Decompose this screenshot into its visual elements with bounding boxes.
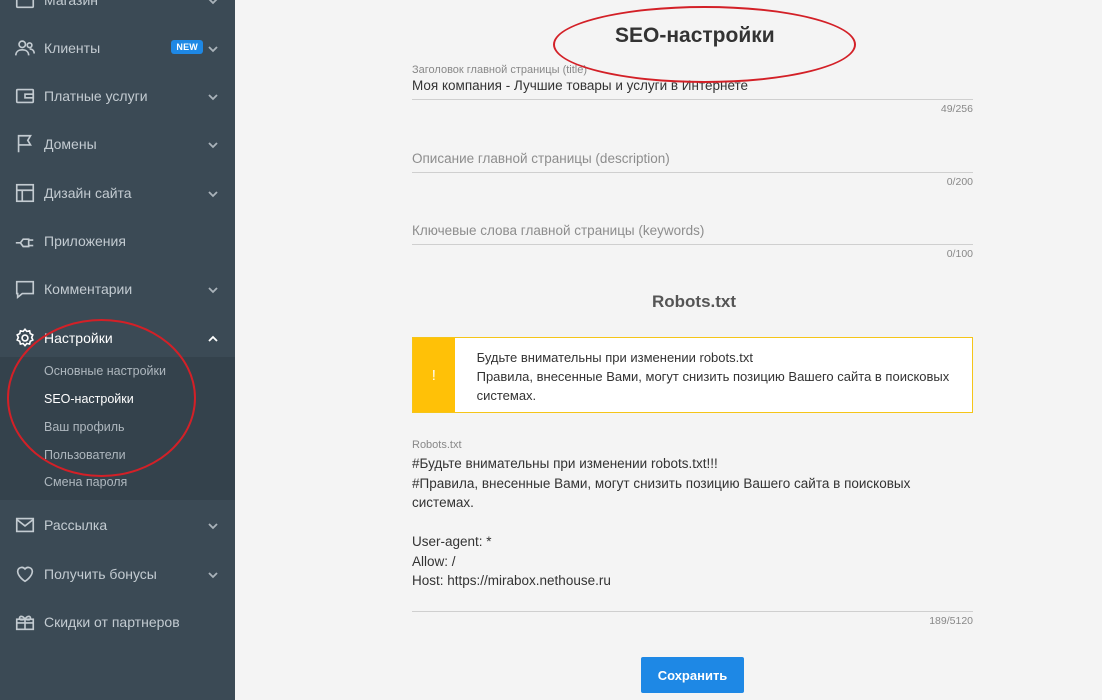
sidebar-item-label: Скидки от партнеров [44,614,180,630]
comment-icon [14,278,36,300]
chevron-down-icon [208,137,218,149]
submenu-item-profile[interactable]: Ваш профиль [44,420,125,434]
chevron-up-icon [208,331,218,342]
sidebar-item-label: Комментарии [44,281,133,297]
title-field-counter: 49/256 [940,103,973,115]
keywords-field-placeholder[interactable]: Ключевые слова главной страницы (keyword… [412,223,973,238]
sidebar-item-domains[interactable]: Домены [0,124,235,164]
layout-icon [14,182,36,204]
description-field-placeholder[interactable]: Описание главной страницы (description) [412,151,973,166]
robots-warning-alert: ! Будьте внимательны при изменении robot… [412,337,973,413]
robots-textarea[interactable]: #Будьте внимательны при изменении robots… [412,454,973,611]
description-field-underline [412,172,973,173]
warning-text: Будьте внимательны при изменении robots.… [455,338,972,412]
keywords-field-underline [412,244,973,245]
submenu-item-users[interactable]: Пользователи [44,448,126,462]
save-button[interactable]: Сохранить [641,657,744,693]
title-field-label: Заголовок главной страницы (title) [412,64,588,76]
robots-field[interactable]: Robots.txt #Будьте внимательны при измен… [412,439,973,627]
heart-icon [14,563,36,585]
sidebar-item-label: Платные услуги [44,88,148,104]
submenu-item-change-password[interactable]: Смена пароля [44,475,127,489]
sidebar-item-label: Приложения [44,233,126,249]
title-field-value[interactable]: Моя компания - Лучшие товары и услуги в … [412,78,973,93]
title-field-underline [412,99,973,100]
keywords-field-counter: 0/100 [946,248,973,260]
submenu-item-seo-settings[interactable]: SEO-настройки [44,392,134,406]
description-field[interactable]: Описание главной страницы (description) … [412,151,973,188]
robots-field-label: Robots.txt [412,439,462,451]
chevron-down-icon [208,518,218,530]
warning-line-1: Будьте внимательны при изменении robots.… [476,350,753,365]
robots-field-counter: 189/5120 [929,615,973,627]
sidebar-item-apps[interactable]: Приложения [0,221,235,261]
sidebar-item-mailing[interactable]: Рассылка [0,505,235,545]
chevron-down-icon [208,89,218,101]
gear-icon [14,327,36,349]
mail-icon [14,514,36,536]
sidebar: Магазин Клиенты NEW Платные услуги Домен… [0,0,235,700]
sidebar-item-label: Рассылка [44,517,108,533]
sidebar-item-shop[interactable]: Магазин [0,0,235,20]
sidebar-item-partner-discounts[interactable]: Скидки от партнеров [0,602,235,642]
gift-icon [14,611,36,633]
warning-icon: ! [413,338,455,412]
sidebar-item-label: Клиенты [44,40,101,56]
robots-section-title: Robots.txt [652,292,737,311]
sidebar-item-label: Настройки [44,330,113,346]
sidebar-item-comments[interactable]: Комментарии [0,269,235,309]
wallet-icon [14,85,36,107]
robots-field-underline [412,611,973,612]
chevron-down-icon [208,186,218,198]
sidebar-item-label: Получить бонусы [44,566,157,582]
page-title: SEO-настройки [615,24,775,47]
warning-line-2: Правила, внесенные Вами, могут снизить п… [476,369,950,403]
main-content: SEO-настройки Заголовок главной страницы… [235,0,1102,700]
settings-submenu: Основные настройки SEO-настройки Ваш про… [0,357,235,500]
sidebar-item-site-design[interactable]: Дизайн сайта [0,173,235,213]
chevron-down-icon [208,567,218,579]
flag-icon [14,133,36,155]
sidebar-item-bonuses[interactable]: Получить бонусы [0,554,235,594]
chevron-down-icon [208,282,218,294]
title-field[interactable]: Заголовок главной страницы (title) Моя к… [412,64,973,115]
users-icon [14,37,36,59]
sidebar-item-label: Дизайн сайта [44,185,132,201]
chevron-down-icon [208,0,218,5]
keywords-field[interactable]: Ключевые слова главной страницы (keyword… [412,223,973,260]
description-field-counter: 0/200 [946,176,973,188]
plug-icon [14,230,36,252]
shop-icon [14,0,36,11]
sidebar-item-settings[interactable]: Настройки [0,318,235,358]
sidebar-item-label: Домены [44,136,97,152]
chevron-down-icon [208,41,218,53]
sidebar-item-label: Магазин [44,0,99,8]
new-badge: NEW [171,40,203,54]
sidebar-item-clients[interactable]: Клиенты NEW [0,28,235,68]
sidebar-item-paid-services[interactable]: Платные услуги [0,76,235,116]
submenu-item-main-settings[interactable]: Основные настройки [44,364,166,378]
